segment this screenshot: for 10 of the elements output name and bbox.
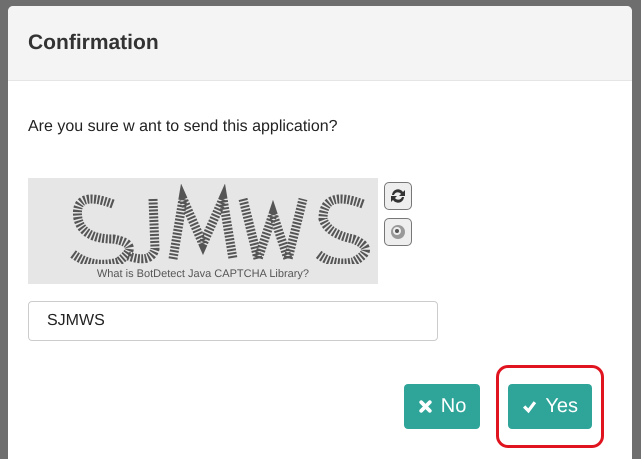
x-icon xyxy=(418,399,433,414)
captcha-code-field[interactable]: SJMWS xyxy=(28,301,438,341)
captcha-info-link[interactable]: What is BotDetect Java CAPTCHA Library? xyxy=(96,268,310,280)
yes-button[interactable]: Yes xyxy=(508,384,592,429)
checkmark-icon xyxy=(522,399,538,414)
speaker-icon[interactable] xyxy=(384,218,412,246)
confirmation-message: Are you sure w ant to send this application? xyxy=(28,118,339,136)
no-button[interactable]: No xyxy=(404,384,480,429)
reload-icon[interactable] xyxy=(384,182,412,210)
dialog-title: Confirmation xyxy=(28,31,159,55)
